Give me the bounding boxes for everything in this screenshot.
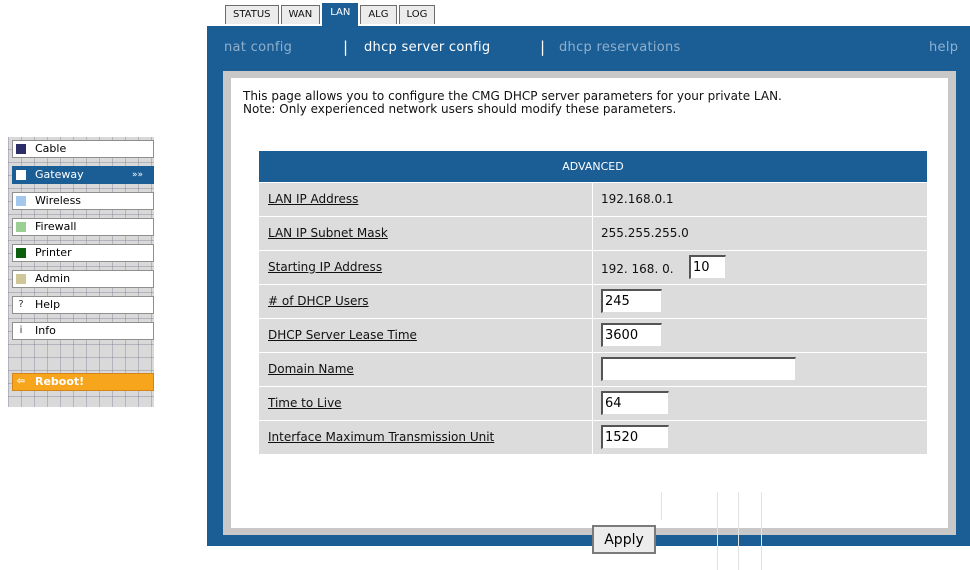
starting-ip-address-link[interactable]: Starting IP Address <box>268 260 382 274</box>
column-divider <box>592 319 593 352</box>
chevron-right-icon: »» <box>131 170 143 180</box>
tab-status[interactable]: STATUS <box>225 5 279 24</box>
nav-label: Cable <box>35 142 67 155</box>
column-divider <box>592 387 593 420</box>
table-row: Starting IP Address 192. 168. 0. <box>259 250 927 284</box>
table-row: DHCP Server Lease Time <box>259 318 927 352</box>
content-frame: This page allows you to configure the CM… <box>223 71 956 570</box>
subnav-dhcp-reservations[interactable]: dhcp reservations <box>559 40 681 55</box>
sub-navigation: nat config | dhcp server config | dhcp r… <box>207 26 970 66</box>
intro-line-2: Note: Only experienced network users sho… <box>243 102 677 116</box>
subnav-separator: | <box>343 38 349 56</box>
info-icon: i <box>19 325 23 336</box>
table-row: # of DHCP Users <box>259 284 927 318</box>
nav-label: Printer <box>35 246 72 259</box>
admin-square-icon <box>16 274 26 284</box>
top-tabs: STATUS WAN LAN ALG LOG <box>225 3 437 26</box>
tab-wan[interactable]: WAN <box>280 5 321 24</box>
dhcp-lease-time-input[interactable] <box>601 323 662 347</box>
nav-gateway[interactable]: Gateway »» <box>12 166 154 184</box>
nav-printer[interactable]: Printer <box>12 244 154 262</box>
cable-square-icon <box>16 144 26 154</box>
column-divider <box>592 353 593 386</box>
mtu-link[interactable]: Interface Maximum Transmission Unit <box>268 430 494 444</box>
divider-line <box>738 492 739 570</box>
intro-text: This page allows you to configure the CM… <box>243 90 943 116</box>
nav-info[interactable]: i Info <box>12 322 154 340</box>
nav-cable[interactable]: Cable <box>12 140 154 158</box>
column-divider <box>592 183 593 216</box>
lan-ip-subnet-mask-value: 255.255.255.0 <box>601 226 689 240</box>
starting-ip-prefix: 192. 168. 0. <box>601 262 674 276</box>
starting-ip-last-octet-input[interactable] <box>689 255 726 279</box>
table-row: LAN IP Subnet Mask 255.255.255.0 <box>259 216 927 250</box>
column-divider <box>592 421 593 454</box>
arrow-left-icon: ⇦ <box>16 376 26 387</box>
firewall-square-icon <box>16 222 26 232</box>
subnav-dhcp-server-config[interactable]: dhcp server config <box>364 40 491 55</box>
column-divider <box>592 217 593 250</box>
nav-label: Info <box>35 324 56 337</box>
advanced-header: ADVANCED <box>259 151 927 182</box>
table-row: Interface Maximum Transmission Unit <box>259 420 927 454</box>
dhcp-users-link[interactable]: # of DHCP Users <box>268 294 369 308</box>
nav-label: Admin <box>35 272 71 285</box>
nav-wireless[interactable]: Wireless <box>12 192 154 210</box>
table-row: Domain Name <box>259 352 927 386</box>
question-icon: ? <box>18 299 24 310</box>
mtu-input[interactable] <box>601 425 669 449</box>
nav-label: Gateway <box>35 168 84 181</box>
reboot-button[interactable]: ⇦ Reboot! <box>12 373 154 391</box>
nav-label: Firewall <box>35 220 77 233</box>
nav-label: Help <box>35 298 61 311</box>
lan-ip-address-link[interactable]: LAN IP Address <box>268 192 358 206</box>
nav-label: Wireless <box>35 194 82 207</box>
apply-button[interactable]: Apply <box>592 525 656 554</box>
nav-help[interactable]: ? Help <box>12 296 154 314</box>
subnav-nat-config[interactable]: nat config <box>224 40 292 55</box>
nav-admin[interactable]: Admin <box>12 270 154 288</box>
advanced-table: ADVANCED LAN IP Address 192.168.0.1 LAN … <box>259 151 927 454</box>
printer-square-icon <box>16 248 26 258</box>
side-navigation: Cable Gateway »» Wireless Firewall Print… <box>8 137 154 407</box>
lan-ip-subnet-mask-link[interactable]: LAN IP Subnet Mask <box>268 226 388 240</box>
domain-name-link[interactable]: Domain Name <box>268 362 354 376</box>
content-area: This page allows you to configure the CM… <box>231 78 948 570</box>
reboot-label: Reboot! <box>35 375 85 388</box>
main-panel: nat config | dhcp server config | dhcp r… <box>207 26 970 570</box>
domain-name-input[interactable] <box>601 357 796 381</box>
dhcp-lease-time-link[interactable]: DHCP Server Lease Time <box>268 328 417 342</box>
divider-line <box>761 492 762 570</box>
tab-lan[interactable]: LAN <box>322 3 359 26</box>
tab-log[interactable]: LOG <box>398 5 436 24</box>
divider-line <box>661 492 662 520</box>
table-row: Time to Live <box>259 386 927 420</box>
table-row: LAN IP Address 192.168.0.1 <box>259 182 927 216</box>
time-to-live-input[interactable] <box>601 391 669 415</box>
gateway-square-icon <box>16 170 26 180</box>
dhcp-users-input[interactable] <box>601 289 662 313</box>
subnav-separator: | <box>540 38 546 56</box>
nav-firewall[interactable]: Firewall <box>12 218 154 236</box>
column-divider <box>592 251 593 284</box>
column-divider <box>592 285 593 318</box>
tab-alg[interactable]: ALG <box>360 5 397 24</box>
lan-ip-address-value: 192.168.0.1 <box>601 192 674 206</box>
subnav-help[interactable]: help <box>929 40 958 55</box>
time-to-live-link[interactable]: Time to Live <box>268 396 342 410</box>
divider-line <box>717 492 718 570</box>
wireless-square-icon <box>16 196 26 206</box>
